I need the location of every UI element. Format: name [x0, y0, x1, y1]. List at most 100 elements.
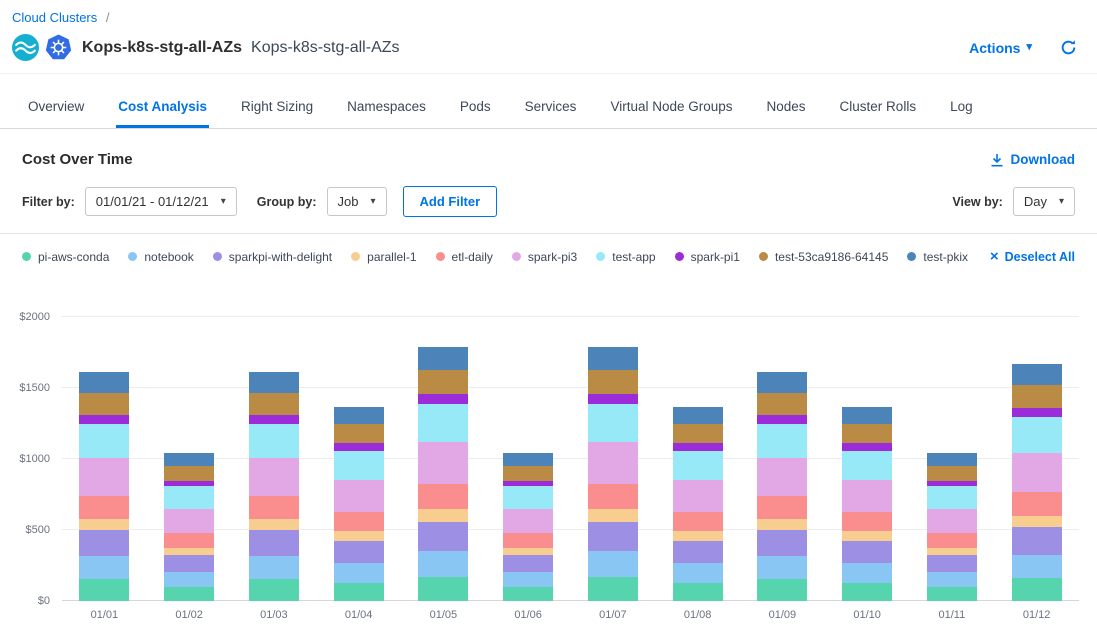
- bar-segment-parallel-1: [757, 519, 807, 531]
- caret-down-icon: ▾: [1059, 197, 1064, 207]
- legend-dot-icon: [22, 252, 31, 261]
- chart-bar-01-10[interactable]: [842, 317, 892, 601]
- bar-segment-sparkpi-with-delight: [588, 522, 638, 551]
- bar-segment-test-app: [249, 424, 299, 458]
- tab-cluster-rolls[interactable]: Cluster Rolls: [838, 86, 919, 128]
- bar-segment-spark-pi3: [927, 509, 977, 533]
- chart-bar-01-12[interactable]: [1012, 317, 1062, 601]
- legend-label: spark-pi1: [691, 250, 740, 264]
- download-button[interactable]: Download: [990, 152, 1076, 167]
- tab-namespaces[interactable]: Namespaces: [345, 86, 428, 128]
- legend-item-spark-pi1[interactable]: spark-pi1: [675, 250, 740, 264]
- group-by-select[interactable]: Job ▾: [327, 187, 387, 216]
- legend-item-test-app[interactable]: test-app: [596, 250, 655, 264]
- legend-item-notebook[interactable]: notebook: [128, 250, 193, 264]
- tab-cost-analysis[interactable]: Cost Analysis: [116, 86, 209, 128]
- ocean-logo-icon: [12, 34, 39, 61]
- tab-right-sizing[interactable]: Right Sizing: [239, 86, 315, 128]
- bar-segment-spark-pi1: [79, 415, 129, 424]
- bar-segment-spark-pi3: [1012, 453, 1062, 492]
- bar-segment-notebook: [79, 556, 129, 579]
- bar-segment-sparkpi-with-delight: [334, 541, 384, 563]
- chart-bar-01-04[interactable]: [334, 317, 384, 601]
- bar-segment-etl-daily: [503, 533, 553, 548]
- bar-segment-notebook: [503, 572, 553, 587]
- bar-segment-test-pkix: [673, 407, 723, 424]
- chart-bar-01-01[interactable]: [79, 317, 129, 601]
- legend-item-parallel-1[interactable]: parallel-1: [351, 250, 416, 264]
- group-by-value: Job: [338, 194, 359, 209]
- tab-pods[interactable]: Pods: [458, 86, 493, 128]
- bar-segment-sparkpi-with-delight: [164, 555, 214, 572]
- deselect-all-button[interactable]: × Deselect All: [990, 249, 1075, 264]
- tab-overview[interactable]: Overview: [26, 86, 86, 128]
- bar-segment-spark-pi1: [588, 394, 638, 404]
- y-tick-label: $1000: [19, 453, 50, 465]
- legend-item-test-53ca9186-64145[interactable]: test-53ca9186-64145: [759, 250, 888, 264]
- chart-bar-01-08[interactable]: [673, 317, 723, 601]
- tab-virtual-node-groups[interactable]: Virtual Node Groups: [608, 86, 734, 128]
- bar-segment-test-53ca9186-64145: [757, 393, 807, 415]
- view-by-select[interactable]: Day ▾: [1013, 187, 1075, 216]
- refresh-button[interactable]: [1060, 39, 1077, 56]
- chart-bar-01-05[interactable]: [418, 317, 468, 601]
- page-header: Kops-k8s-stg-all-AZs Kops-k8s-stg-all-AZ…: [0, 26, 1097, 74]
- x-tick-label: 01/01: [62, 609, 147, 621]
- legend-item-pi-aws-conda[interactable]: pi-aws-conda: [22, 250, 109, 264]
- bar-segment-spark-pi3: [842, 480, 892, 512]
- bar-segment-test-pkix: [249, 372, 299, 393]
- legend-label: parallel-1: [367, 250, 416, 264]
- bar-segment-test-53ca9186-64145: [418, 370, 468, 394]
- chart-bar-01-03[interactable]: [249, 317, 299, 601]
- breadcrumb-link-cloud-clusters[interactable]: Cloud Clusters: [12, 10, 97, 25]
- bar-segment-test-app: [927, 486, 977, 508]
- x-tick-label: 01/06: [486, 609, 571, 621]
- tab-log[interactable]: Log: [948, 86, 975, 128]
- bar-segment-test-app: [588, 404, 638, 442]
- bar-segment-spark-pi1: [418, 394, 468, 404]
- bar-segment-etl-daily: [757, 496, 807, 519]
- bar-segment-sparkpi-with-delight: [757, 530, 807, 556]
- chart-bar-01-11[interactable]: [927, 317, 977, 601]
- download-label: Download: [1011, 152, 1076, 167]
- chart-y-axis: $0$500$1000$1500$2000: [8, 317, 56, 601]
- chart-bar-01-06[interactable]: [503, 317, 553, 601]
- view-by-label: View by:: [952, 195, 1002, 209]
- legend-item-test-pkix[interactable]: test-pkix: [907, 250, 968, 264]
- bar-segment-notebook: [1012, 555, 1062, 579]
- bar-segment-parallel-1: [588, 509, 638, 522]
- bar-segment-spark-pi1: [842, 443, 892, 451]
- bar-segment-parallel-1: [927, 548, 977, 555]
- bar-segment-parallel-1: [164, 548, 214, 555]
- chart-bar-01-09[interactable]: [757, 317, 807, 601]
- tab-nodes[interactable]: Nodes: [765, 86, 808, 128]
- chart-plot-area: 01/0101/0201/0301/0401/0501/0601/0701/08…: [62, 317, 1079, 601]
- bar-segment-parallel-1: [418, 509, 468, 522]
- y-tick-label: $2000: [19, 311, 50, 323]
- bar-segment-test-pkix: [418, 347, 468, 370]
- add-filter-button[interactable]: Add Filter: [403, 186, 498, 217]
- legend-item-sparkpi-with-delight[interactable]: sparkpi-with-delight: [213, 250, 332, 264]
- legend-item-spark-pi3[interactable]: spark-pi3: [512, 250, 577, 264]
- tab-services[interactable]: Services: [523, 86, 579, 128]
- x-tick-label: 01/08: [655, 609, 740, 621]
- legend-label: etl-daily: [452, 250, 493, 264]
- cluster-title: Kops-k8s-stg-all-AZs: [82, 39, 242, 57]
- legend-dot-icon: [596, 252, 605, 261]
- x-tick-label: 01/04: [316, 609, 401, 621]
- legend-item-etl-daily[interactable]: etl-daily: [436, 250, 493, 264]
- legend-items: pi-aws-conda notebook sparkpi-with-delight…: [22, 250, 968, 264]
- chart-bar-01-02[interactable]: [164, 317, 214, 601]
- bar-segment-test-pkix: [79, 372, 129, 393]
- actions-label: Actions: [969, 40, 1020, 56]
- bar-slot: 01/12: [994, 317, 1079, 601]
- caret-down-icon: ▾: [221, 197, 226, 207]
- bar-segment-test-pkix: [588, 347, 638, 370]
- date-range-select[interactable]: 01/01/21 - 01/12/21 ▾: [85, 187, 237, 216]
- chart-bar-01-07[interactable]: [588, 317, 638, 601]
- bar-segment-etl-daily: [842, 512, 892, 531]
- y-tick-label: $1500: [19, 382, 50, 394]
- bar-slot: 01/10: [825, 317, 910, 601]
- actions-button[interactable]: Actions ▾: [969, 40, 1032, 56]
- bar-segment-test-53ca9186-64145: [334, 424, 384, 442]
